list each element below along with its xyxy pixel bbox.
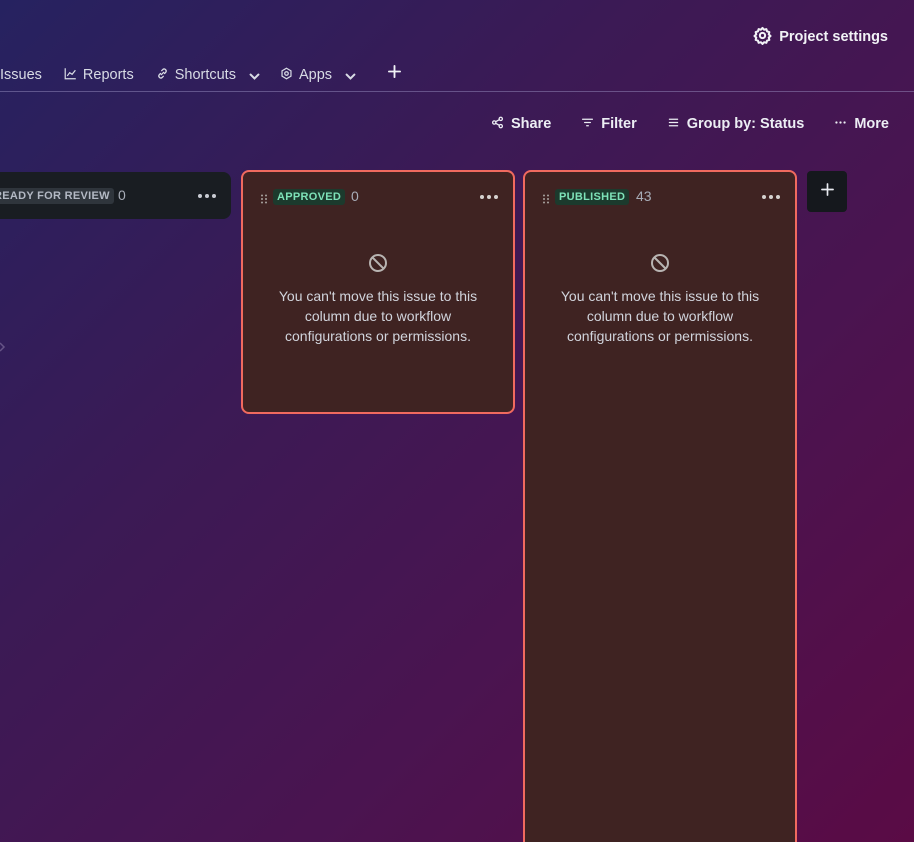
blocked-drop-message: You can't move this issue to this column… xyxy=(525,252,795,346)
filter-icon xyxy=(581,116,594,133)
more-label: More xyxy=(854,116,889,132)
more-button[interactable]: More xyxy=(834,116,889,133)
status-lozenge: READY FOR REVIEW xyxy=(0,188,114,204)
link-icon xyxy=(156,67,169,84)
apps-icon xyxy=(280,67,293,84)
share-button[interactable]: Share xyxy=(491,116,551,133)
list-icon xyxy=(667,116,680,133)
project-nav: Issues Reports Shortcuts Apps xyxy=(0,62,376,88)
gear-icon xyxy=(753,26,772,49)
not-allowed-icon xyxy=(649,252,671,279)
column-published[interactable]: PUBLISHED 43 You can't move this issue t… xyxy=(523,170,797,842)
share-label: Share xyxy=(510,116,552,132)
project-settings-button[interactable]: Project settings xyxy=(753,26,888,48)
filter-button[interactable]: Filter xyxy=(581,116,637,133)
plus-icon xyxy=(820,182,834,201)
issue-count: 43 xyxy=(636,188,652,204)
chevron-down-icon xyxy=(248,70,260,80)
chevron-down-icon xyxy=(344,70,356,80)
drag-handle-icon[interactable] xyxy=(542,191,550,204)
group-by-label: Group by: Status xyxy=(686,116,805,132)
column-ready-for-review: READY FOR REVIEW 0 xyxy=(0,172,231,219)
status-lozenge: APPROVED xyxy=(273,189,346,205)
project-settings-label: Project settings xyxy=(779,29,888,45)
plus-icon xyxy=(387,65,401,83)
not-allowed-icon xyxy=(367,252,389,279)
column-actions-button[interactable] xyxy=(479,190,499,204)
issue-count: 0 xyxy=(351,188,359,204)
board-toolbar: Share Filter Group by: Status More xyxy=(491,113,889,135)
add-column-button[interactable] xyxy=(807,171,847,212)
nav-item-label: Issues xyxy=(0,67,42,83)
issue-count: 0 xyxy=(118,187,126,203)
nav-item-issues[interactable]: Issues xyxy=(0,67,42,83)
add-nav-item-button[interactable] xyxy=(385,63,403,85)
column-approved[interactable]: APPROVED 0 You can't move this issue to … xyxy=(241,170,515,414)
reports-icon xyxy=(64,67,77,84)
status-lozenge: PUBLISHED xyxy=(555,189,630,205)
nav-item-reports[interactable]: Reports xyxy=(64,67,134,84)
filter-label: Filter xyxy=(601,116,637,132)
nav-divider xyxy=(0,91,914,92)
blocked-message-text: You can't move this issue to this column… xyxy=(560,288,760,344)
blocked-message-text: You can't move this issue to this column… xyxy=(278,288,478,344)
nav-item-label: Apps xyxy=(298,67,333,83)
clipped-edge-icon xyxy=(0,340,6,354)
column-actions-button[interactable] xyxy=(761,190,781,204)
drag-handle-icon[interactable] xyxy=(260,191,268,204)
nav-item-label: Reports xyxy=(82,67,134,83)
blocked-drop-message: You can't move this issue to this column… xyxy=(243,252,513,346)
more-icon xyxy=(834,116,847,133)
share-icon xyxy=(491,116,504,133)
nav-item-label: Shortcuts xyxy=(174,67,236,83)
nav-item-apps[interactable]: Apps xyxy=(280,67,356,84)
column-actions-button[interactable] xyxy=(197,189,217,203)
group-by-button[interactable]: Group by: Status xyxy=(667,116,805,133)
nav-item-shortcuts[interactable]: Shortcuts xyxy=(156,67,260,84)
